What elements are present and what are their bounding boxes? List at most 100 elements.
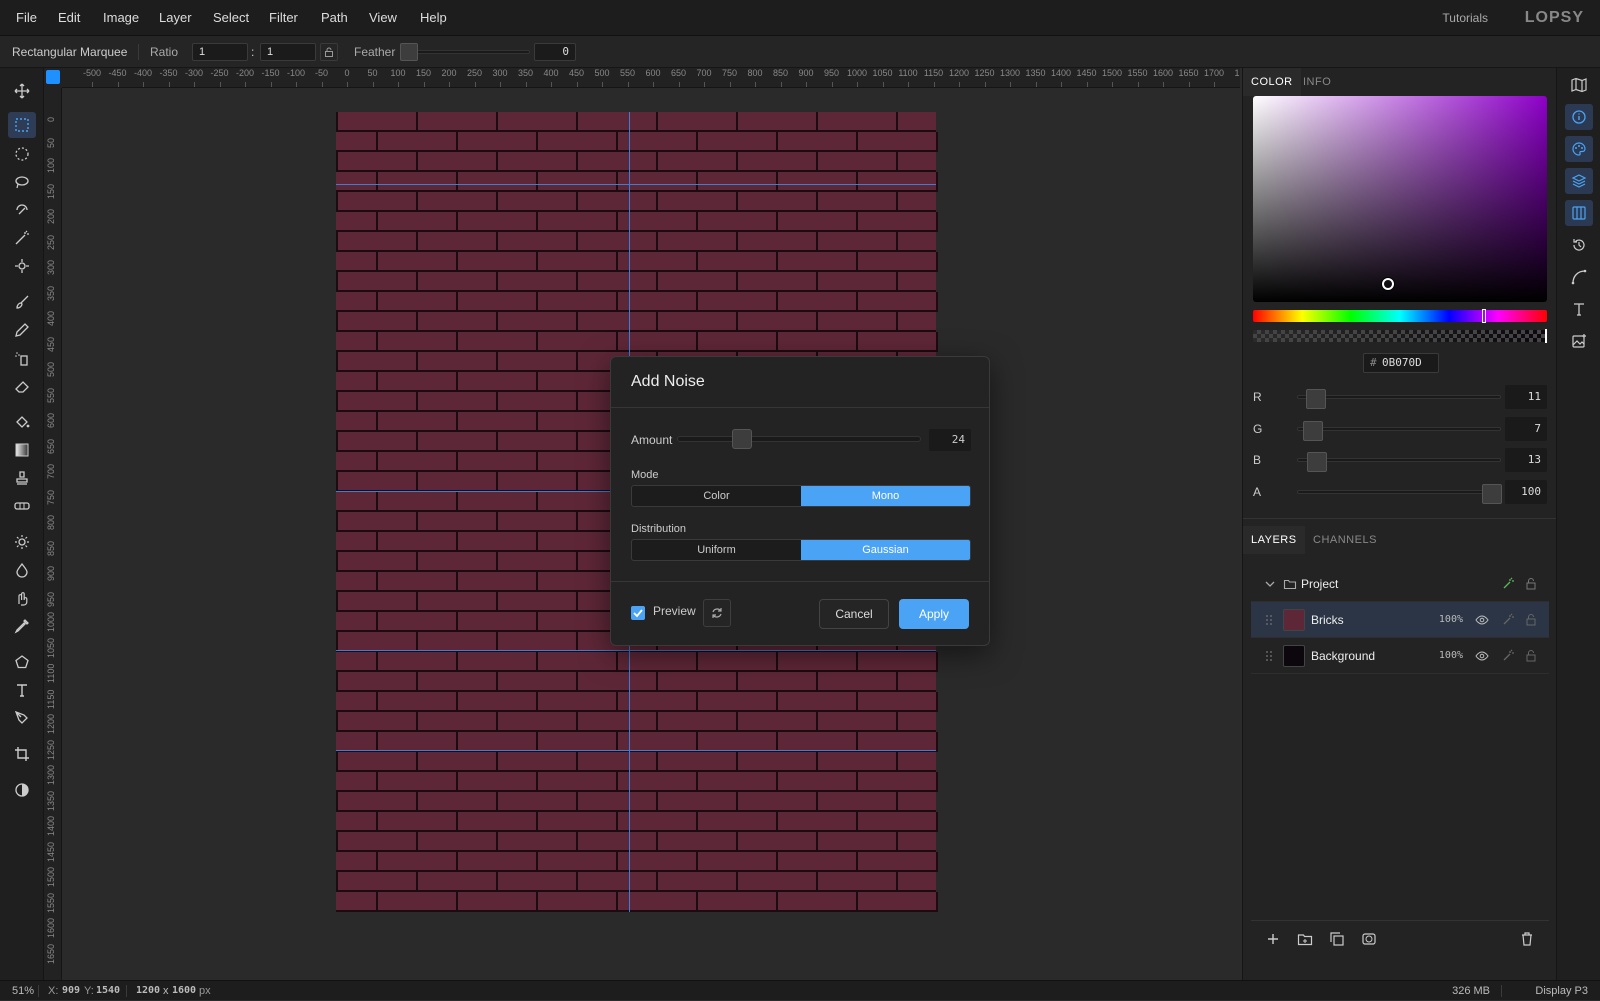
- menu-view[interactable]: View: [369, 0, 397, 36]
- guide-horizontal[interactable]: [336, 184, 936, 185]
- menu-image[interactable]: Image: [103, 0, 139, 36]
- ruler-origin-button[interactable]: [46, 70, 60, 84]
- vertical-ruler[interactable]: 0 50 100 150 200 250 300 350 400 450 500 550 600 650 7…: [44, 88, 62, 980]
- amount-value-field[interactable]: 24: [929, 429, 971, 451]
- info-panel-button[interactable]: [1565, 104, 1593, 130]
- healing-tool[interactable]: [8, 493, 36, 519]
- effects-icon[interactable]: [1501, 613, 1515, 627]
- smudge-tool[interactable]: [8, 585, 36, 611]
- spray-tool[interactable]: [8, 345, 36, 371]
- channel-value[interactable]: 100: [1505, 479, 1547, 504]
- guide-horizontal[interactable]: [336, 650, 936, 651]
- hex-input[interactable]: # 0B070D: [1363, 353, 1439, 373]
- menu-help[interactable]: Help: [420, 0, 447, 36]
- eraser-tool[interactable]: [8, 373, 36, 399]
- duplicate-icon[interactable]: [1329, 931, 1345, 947]
- navigator-panel-button[interactable]: [1565, 72, 1593, 98]
- channel-slider-thumb[interactable]: [1307, 452, 1328, 472]
- mode-option-color[interactable]: Color: [632, 486, 801, 506]
- preview-checkbox[interactable]: [631, 606, 645, 620]
- lock-icon[interactable]: [1525, 577, 1537, 591]
- tab-layers[interactable]: LAYERS: [1243, 526, 1305, 554]
- clone-stamp-tool[interactable]: [8, 465, 36, 491]
- channel-value[interactable]: 7: [1505, 416, 1547, 441]
- hue-slider[interactable]: [1253, 309, 1547, 323]
- character-panel-button[interactable]: [1565, 296, 1593, 322]
- crop-tool[interactable]: [8, 741, 36, 767]
- channel-slider-thumb[interactable]: [1482, 483, 1502, 504]
- channel-slider[interactable]: [1297, 420, 1501, 441]
- trash-icon[interactable]: [1519, 931, 1535, 947]
- quick-selection-tool[interactable]: [8, 253, 36, 279]
- drag-handle-icon[interactable]: [1265, 613, 1273, 627]
- shape-tool[interactable]: [8, 649, 36, 675]
- history-panel-button[interactable]: [1565, 232, 1593, 258]
- menu-layer[interactable]: Layer: [159, 0, 192, 36]
- ratio-width-input[interactable]: 1: [192, 43, 248, 61]
- menu-edit[interactable]: Edit: [58, 0, 80, 36]
- zoom-level[interactable]: 51%: [12, 981, 34, 1001]
- effects-icon[interactable]: [1501, 649, 1515, 663]
- alpha-slider[interactable]: [1253, 329, 1547, 343]
- tab-channels[interactable]: CHANNELS: [1305, 526, 1385, 554]
- magic-wand-tool[interactable]: [8, 225, 36, 251]
- horizontal-ruler[interactable]: -500 -450 -400 -350 -300 -250 -200 -150 -100 -50 0…: [62, 68, 1240, 88]
- hue-slider-thumb[interactable]: [1482, 309, 1487, 323]
- gradient-tool[interactable]: [8, 437, 36, 463]
- quick-mask-toggle[interactable]: [8, 777, 36, 803]
- mask-icon[interactable]: [1361, 931, 1377, 947]
- chevron-down-icon[interactable]: [1263, 577, 1277, 591]
- lasso-tool[interactable]: [8, 169, 36, 195]
- text-tool[interactable]: [8, 677, 36, 703]
- channel-slider[interactable]: [1297, 389, 1501, 409]
- channel-slider[interactable]: [1297, 483, 1502, 504]
- image-panel-button[interactable]: [1565, 328, 1593, 354]
- menu-filter[interactable]: Filter: [269, 0, 298, 36]
- ratio-lock-button[interactable]: [320, 43, 338, 61]
- menu-path[interactable]: Path: [321, 0, 348, 36]
- layer-group-project[interactable]: Project: [1251, 566, 1549, 602]
- channel-slider-thumb[interactable]: [1302, 420, 1323, 441]
- move-tool[interactable]: [8, 78, 36, 104]
- paths-panel-button[interactable]: [1565, 264, 1593, 290]
- eye-icon[interactable]: [1475, 649, 1489, 663]
- channel-slider[interactable]: [1297, 452, 1501, 472]
- menu-select[interactable]: Select: [213, 0, 249, 36]
- mode-option-mono[interactable]: Mono: [801, 486, 970, 506]
- tab-info[interactable]: INFO: [1295, 68, 1339, 96]
- pen-tool[interactable]: [8, 705, 36, 731]
- amount-slider-thumb[interactable]: [731, 429, 752, 449]
- rectangular-marquee-tool[interactable]: [8, 112, 36, 138]
- new-group-icon[interactable]: [1297, 931, 1313, 947]
- cancel-button[interactable]: Cancel: [819, 599, 889, 629]
- elliptical-marquee-tool[interactable]: [8, 141, 36, 167]
- guide-horizontal[interactable]: [336, 750, 936, 751]
- tutorials-link[interactable]: Tutorials: [1442, 0, 1488, 36]
- tab-color[interactable]: COLOR: [1243, 68, 1301, 96]
- distribution-option-uniform[interactable]: Uniform: [632, 540, 801, 560]
- color-panel-button[interactable]: [1565, 136, 1593, 162]
- alpha-slider-thumb[interactable]: [1545, 329, 1547, 343]
- lock-icon[interactable]: [1525, 649, 1537, 663]
- blur-tool[interactable]: [8, 557, 36, 583]
- effects-icon[interactable]: [1501, 577, 1515, 591]
- channel-value[interactable]: 11: [1505, 385, 1547, 409]
- refresh-preview-button[interactable]: [703, 599, 731, 627]
- feather-slider[interactable]: [400, 43, 530, 61]
- magnetic-lasso-tool[interactable]: [8, 197, 36, 223]
- menu-file[interactable]: File: [16, 0, 37, 36]
- eye-icon[interactable]: [1475, 613, 1489, 627]
- channel-value[interactable]: 13: [1505, 448, 1547, 472]
- dodge-tool[interactable]: [8, 529, 36, 555]
- layers-panel-button[interactable]: [1565, 168, 1593, 194]
- feather-value[interactable]: 0: [534, 43, 576, 61]
- feather-slider-thumb[interactable]: [400, 43, 418, 61]
- layer-row[interactable]: Bricks 100%: [1251, 602, 1549, 638]
- color-profile[interactable]: Display P3: [1535, 981, 1588, 1001]
- color-picker-cursor[interactable]: [1382, 277, 1395, 290]
- distribution-option-gaussian[interactable]: Gaussian: [801, 540, 970, 560]
- apply-button[interactable]: Apply: [899, 599, 969, 629]
- ratio-height-input[interactable]: 1: [260, 43, 316, 61]
- eyedropper-tool[interactable]: [8, 613, 36, 639]
- drag-handle-icon[interactable]: [1265, 649, 1273, 663]
